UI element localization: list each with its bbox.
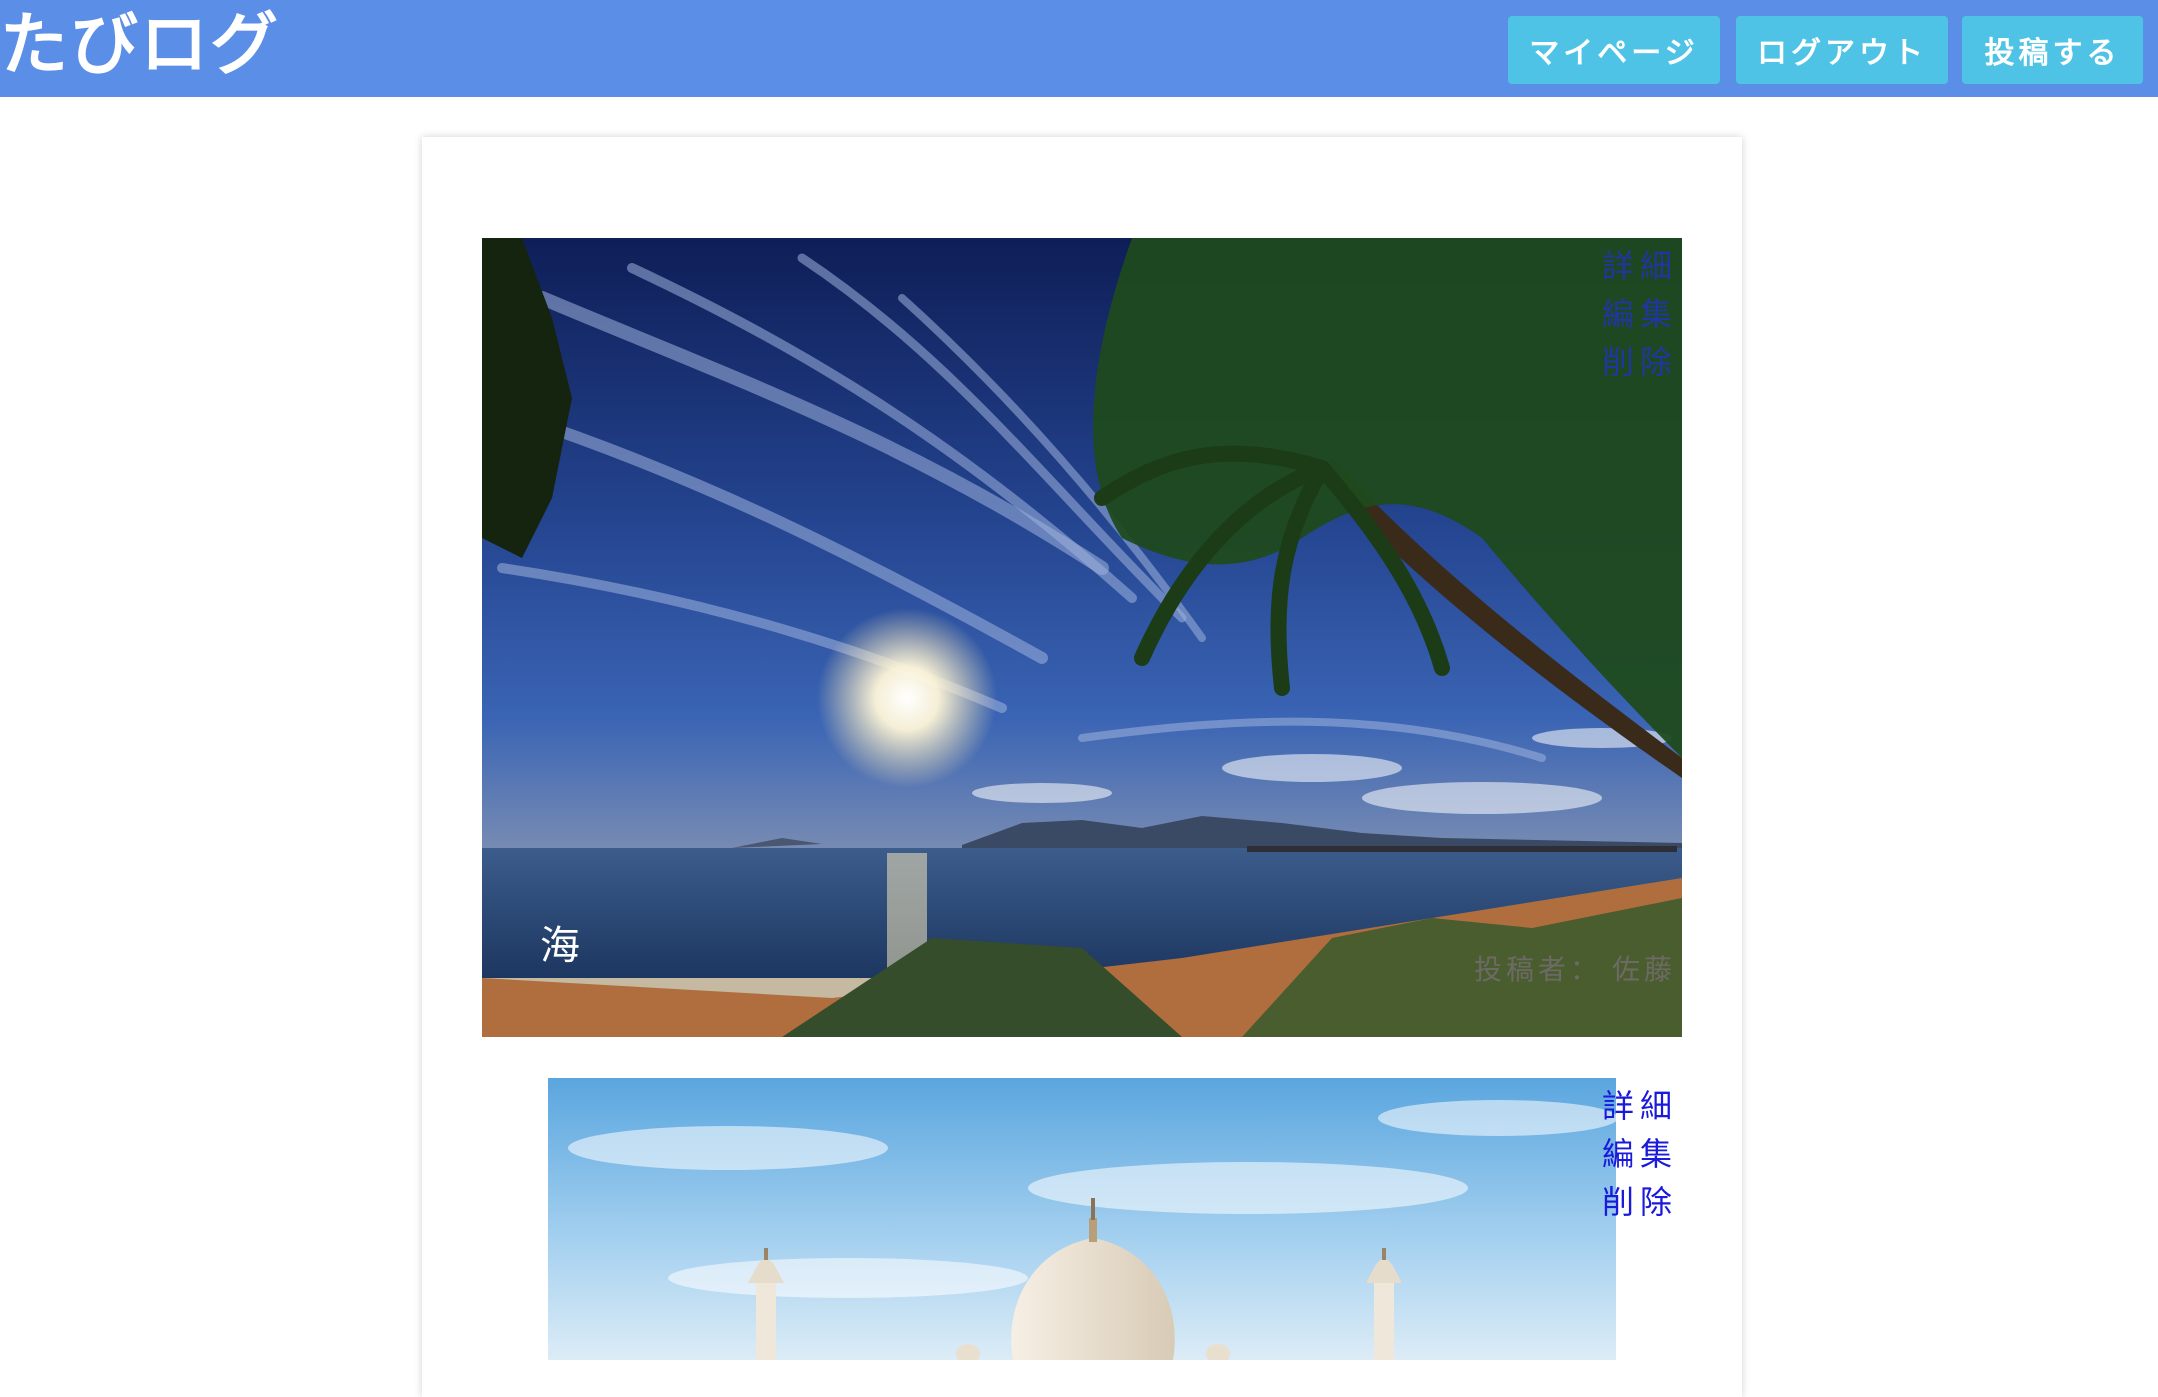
post-title: 海 (540, 923, 580, 969)
author-label: 投稿者： (1473, 953, 1602, 986)
detail-link[interactable]: 詳細 (1602, 242, 1678, 290)
post-actions: 詳細 編集 削除 (1602, 242, 1678, 386)
post-photo (482, 238, 1682, 1037)
post-photo (548, 1078, 1616, 1360)
header-bar: たびログ マイページ ログアウト 投稿する (0, 0, 2158, 97)
mypage-button[interactable]: マイページ (1508, 16, 1720, 84)
logout-button[interactable]: ログアウト (1736, 16, 1948, 84)
author-name: 佐藤 (1611, 953, 1676, 986)
delete-link[interactable]: 削除 (1602, 1178, 1678, 1226)
post-card: 詳細 編集 削除 海 投稿者： 佐藤 (482, 238, 1682, 1037)
edit-link[interactable]: 編集 (1602, 1130, 1678, 1178)
delete-link[interactable]: 削除 (1602, 338, 1678, 386)
detail-link[interactable]: 詳細 (1602, 1082, 1678, 1130)
edit-link[interactable]: 編集 (1602, 290, 1678, 338)
post-button[interactable]: 投稿する (1962, 16, 2143, 84)
post-author: 投稿者： 佐藤 (1464, 950, 1676, 990)
site-logo[interactable]: たびログ (0, 6, 280, 86)
post-card: 詳細 編集 削除 (482, 1078, 1682, 1360)
post-actions: 詳細 編集 削除 (1602, 1082, 1678, 1226)
